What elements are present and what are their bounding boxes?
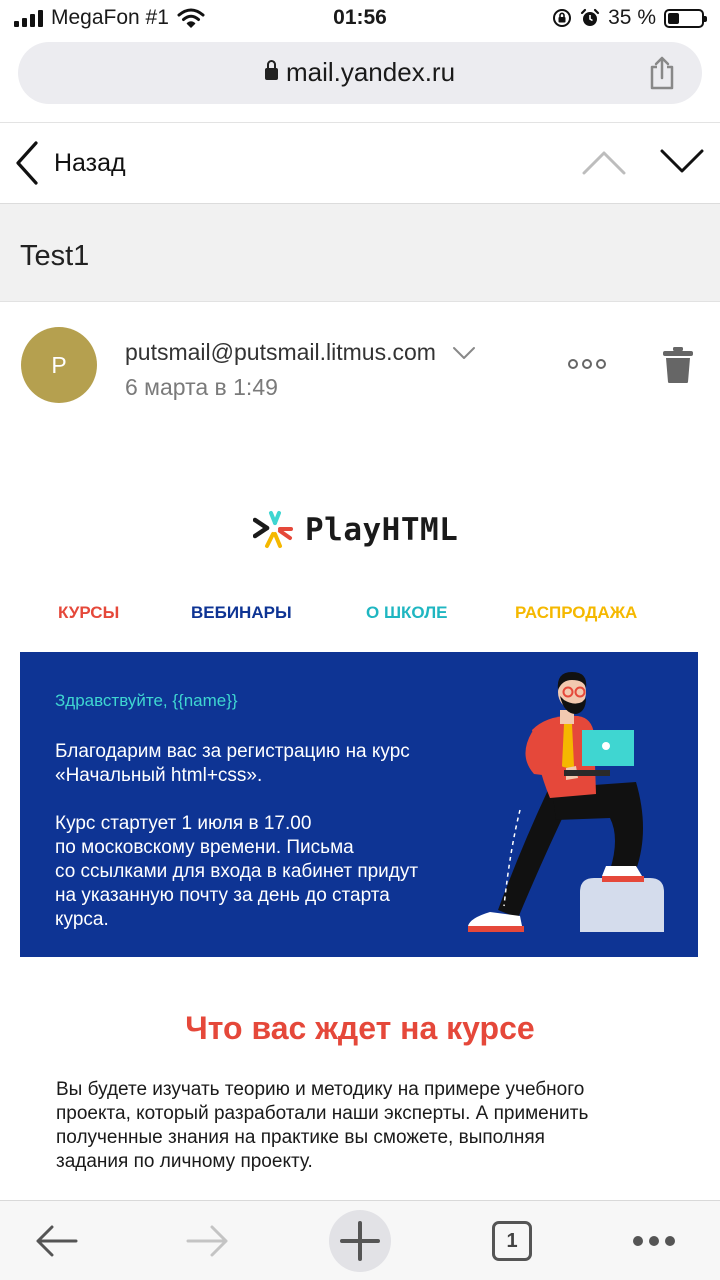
tabs-button[interactable]: 1 xyxy=(482,1201,542,1280)
menu-about-link[interactable]: О ШКОЛЕ xyxy=(366,603,447,623)
subject-bar: Test1 xyxy=(0,204,720,302)
tabs-icon: 1 xyxy=(492,1221,532,1261)
back-arrow-icon xyxy=(36,1225,78,1257)
more-icon xyxy=(633,1236,675,1246)
menu-webinars-link[interactable]: ВЕБИНАРЫ xyxy=(191,603,292,623)
sender-row[interactable]: putsmail@putsmail.litmus.com xyxy=(125,339,476,366)
section-line: задания по личному проекту. xyxy=(56,1151,313,1172)
hero-line: по московскому времени. Письма xyxy=(55,837,354,858)
back-button[interactable]: Назад xyxy=(14,141,126,185)
section-text: Вы будете изучать теорию и методику на п… xyxy=(56,1078,676,1174)
address-bar[interactable]: mail.yandex.ru xyxy=(18,42,702,104)
url-text: mail.yandex.ru xyxy=(285,57,456,87)
message-date: 6 марта в 1:49 xyxy=(125,374,278,400)
hero-line: курса. xyxy=(55,909,109,930)
hero-line: Курс стартует 1 июля в 17.00 xyxy=(55,813,312,834)
sender-email: putsmail@putsmail.litmus.com xyxy=(125,339,436,365)
browser-back-button[interactable] xyxy=(20,1201,92,1280)
message-subject: Test1 xyxy=(20,240,90,272)
status-bar: MegaFon #1 01:56 35 % xyxy=(0,0,720,36)
browser-toolbar: 1 xyxy=(0,1200,720,1280)
chevron-down-icon[interactable] xyxy=(660,149,704,175)
hero-greeting: Здравствуйте, {{name}} xyxy=(55,691,238,710)
logo-text: PlayHTML xyxy=(305,512,459,548)
hero-line: Благодарим вас за регистрацию на курс xyxy=(55,741,410,762)
browser-forward-button[interactable] xyxy=(172,1201,244,1280)
battery-icon xyxy=(664,8,707,28)
back-chevron-icon xyxy=(16,141,38,185)
section-line: Вы будете изучать теорию и методику на п… xyxy=(56,1079,585,1100)
avatar: P xyxy=(21,327,97,403)
developer-illustration xyxy=(468,672,664,932)
chevron-down-icon[interactable] xyxy=(452,346,476,360)
section-line: проекта, который разработали наши экспер… xyxy=(56,1103,589,1124)
hero-line: на указанную почту за день до старта xyxy=(55,885,390,906)
chevron-up-icon[interactable] xyxy=(582,149,626,175)
hero-banner: Здравствуйте, {{name}} Благодарим вас за… xyxy=(20,652,698,957)
new-tab-button[interactable] xyxy=(326,1201,394,1280)
section-line: полученные знания на практике вы сможете… xyxy=(56,1127,545,1148)
alarm-icon xyxy=(581,8,600,26)
new-tab-icon xyxy=(340,1221,380,1261)
mail-header: Назад xyxy=(0,122,720,204)
menu-courses-link[interactable]: КУРСЫ xyxy=(58,603,119,623)
battery-percent: 35 % xyxy=(608,6,656,29)
orientation-lock-icon xyxy=(553,9,572,27)
lock-icon xyxy=(264,60,278,80)
logo-mark-icon xyxy=(253,511,293,548)
hero-line: «Начальный html+css». xyxy=(55,765,263,786)
forward-arrow-icon xyxy=(186,1225,228,1257)
menu-sale-link[interactable]: РАСПРОДАЖА xyxy=(515,603,637,623)
section-title: Что вас ждет на курсе xyxy=(185,1010,535,1046)
more-options-icon[interactable] xyxy=(568,359,606,369)
share-icon[interactable] xyxy=(648,56,676,90)
back-label: Назад xyxy=(54,148,126,177)
trash-icon[interactable] xyxy=(662,346,694,384)
playhtml-logo[interactable]: PlayHTML xyxy=(253,510,458,550)
hero-line: со ссылками для входа в кабинет придут xyxy=(55,861,419,882)
browser-menu-button[interactable] xyxy=(622,1201,686,1280)
